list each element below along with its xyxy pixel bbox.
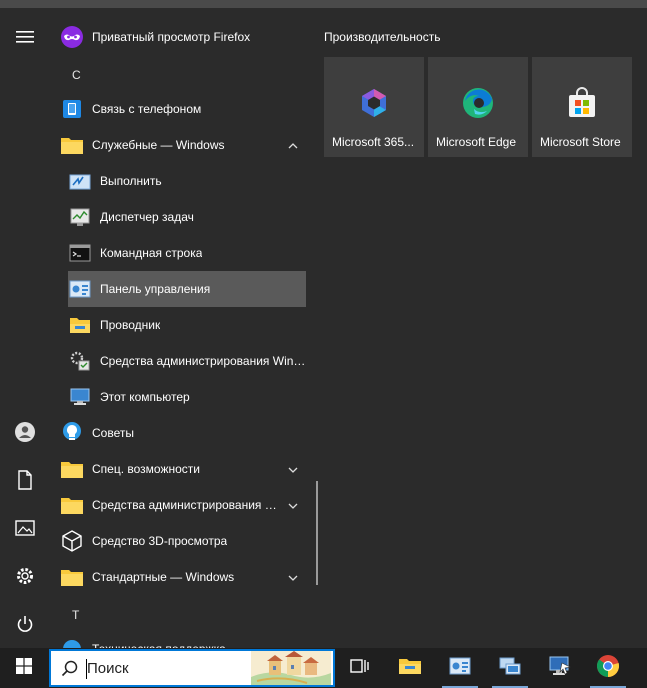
start-rail: [0, 8, 48, 648]
file-explorer-icon: [68, 313, 92, 337]
app-label: Приватный просмотр Firefox: [92, 30, 251, 44]
app-label: Средство 3D-просмотра: [92, 534, 228, 548]
app-label: Командная строка: [100, 246, 203, 260]
letter-header-t[interactable]: Т: [72, 608, 79, 622]
app-list: Приватный просмотр Firefox С Связь с тел…: [48, 8, 314, 658]
power-icon[interactable]: [12, 611, 38, 637]
app-label: Служебные — Windows: [92, 138, 225, 152]
chevron-up-icon[interactable]: [288, 139, 298, 153]
phone-link-icon: [60, 97, 84, 121]
search-highlight-illustration-icon: [251, 651, 331, 685]
taskbar-network[interactable]: [486, 648, 534, 688]
app-tips[interactable]: Советы: [60, 415, 306, 451]
app-label: Спец. возможности: [92, 462, 200, 476]
pictures-icon[interactable]: [12, 515, 38, 541]
tips-icon: [60, 421, 84, 445]
app-label: Средства администрирования Windows: [100, 354, 306, 368]
tile-label: Microsoft 365...: [332, 135, 415, 149]
firefox-private-icon: [60, 25, 84, 49]
taskbar-file-explorer[interactable]: [386, 648, 434, 688]
tile-group-title[interactable]: Производительность: [324, 30, 440, 44]
app-label: Средства администрирования Windows: [92, 498, 288, 512]
tile-microsoft-365[interactable]: Microsoft 365...: [324, 57, 424, 157]
app-command-prompt[interactable]: Командная строка: [68, 235, 306, 271]
remote-desktop-icon: [548, 655, 572, 682]
taskbar-control-panel[interactable]: [436, 648, 484, 688]
run-icon: [68, 169, 92, 193]
app-label: Стандартные — Windows: [92, 570, 235, 584]
app-label: Этот компьютер: [100, 390, 190, 404]
app-3d-viewer[interactable]: Средство 3D-просмотра: [60, 523, 306, 559]
app-phone-link[interactable]: Связь с телефоном: [60, 91, 306, 127]
folder-windows-system[interactable]: Служебные — Windows: [60, 127, 306, 163]
windows-start-button[interactable]: [0, 648, 48, 688]
app-run[interactable]: Выполнить: [68, 163, 306, 199]
command-prompt-icon: [68, 241, 92, 265]
search-icon: [61, 660, 79, 683]
app-label: Советы: [92, 426, 134, 440]
folder-icon: [60, 133, 84, 157]
folder-icon: [60, 493, 84, 517]
folder-admin-tools[interactable]: Средства администрирования Windows: [60, 487, 306, 523]
control-panel-icon: [68, 277, 92, 301]
tile-label: Microsoft Edge: [436, 135, 517, 149]
windows-logo-icon: [16, 657, 32, 679]
app-label: Связь с телефоном: [92, 102, 202, 116]
app-file-explorer[interactable]: Проводник: [68, 307, 306, 343]
control-panel-icon: [449, 656, 471, 681]
window-edge: [0, 0, 647, 8]
settings-icon[interactable]: [12, 563, 38, 589]
file-explorer-icon: [398, 656, 422, 681]
task-view-icon: [350, 657, 370, 680]
app-label: Проводник: [100, 318, 161, 332]
microsoft-365-icon: [358, 87, 390, 119]
app-this-pc[interactable]: Этот компьютер: [68, 379, 306, 415]
app-label: Диспетчер задач: [100, 210, 194, 224]
network-icon: [498, 655, 522, 682]
task-manager-icon: [68, 205, 92, 229]
search-box[interactable]: Поиск: [49, 649, 335, 687]
computer-icon: [68, 385, 92, 409]
app-firefox-private[interactable]: Приватный просмотр Firefox: [60, 19, 306, 55]
folder-icon: [60, 565, 84, 589]
chrome-icon: [596, 654, 620, 683]
tile-microsoft-edge[interactable]: Microsoft Edge: [428, 57, 528, 157]
menu-icon[interactable]: [12, 24, 38, 50]
search-input[interactable]: Поиск: [87, 660, 129, 677]
document-icon[interactable]: [12, 467, 38, 493]
letter-header-s[interactable]: С: [72, 68, 81, 82]
app-control-panel[interactable]: Панель управления: [68, 271, 306, 307]
task-view-button[interactable]: [336, 648, 384, 688]
user-icon[interactable]: [12, 419, 38, 445]
chevron-down-icon[interactable]: [288, 463, 298, 477]
chevron-down-icon[interactable]: [288, 571, 298, 585]
app-label: Панель управления: [100, 282, 211, 296]
taskbar-remote-desktop[interactable]: [536, 648, 584, 688]
app-list-scrollbar[interactable]: [316, 481, 318, 585]
app-admin-tools[interactable]: Средства администрирования Windows: [68, 343, 306, 379]
taskbar-chrome[interactable]: [584, 648, 632, 688]
app-task-manager[interactable]: Диспетчер задач: [68, 199, 306, 235]
chevron-down-icon[interactable]: [288, 499, 298, 513]
taskbar: Поиск: [0, 648, 647, 688]
folder-accessibility[interactable]: Спец. возможности: [60, 451, 306, 487]
folder-accessories[interactable]: Стандартные — Windows: [60, 559, 306, 595]
admin-tools-icon: [68, 349, 92, 373]
folder-icon: [60, 457, 84, 481]
start-menu: Приватный просмотр Firefox С Связь с тел…: [0, 8, 647, 658]
tile-label: Microsoft Store: [540, 135, 621, 149]
cube-icon: [60, 529, 84, 553]
tile-microsoft-store[interactable]: Microsoft Store: [532, 57, 632, 157]
app-label: Выполнить: [100, 174, 162, 188]
edge-icon: [462, 87, 494, 119]
store-icon: [566, 87, 598, 119]
